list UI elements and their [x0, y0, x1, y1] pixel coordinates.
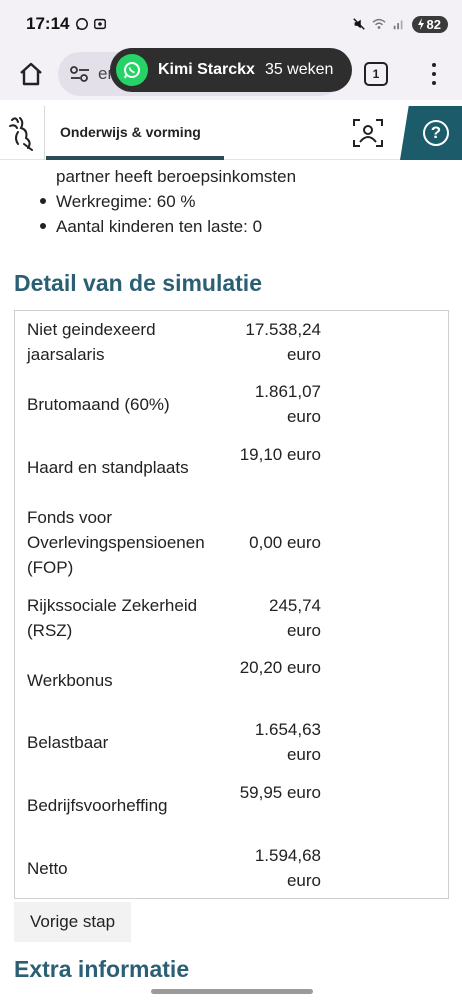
- home-button[interactable]: [16, 59, 46, 89]
- menu-dot: [432, 72, 436, 76]
- site-title[interactable]: Onderwijs & vorming: [60, 124, 201, 140]
- profile-card-icon[interactable]: [352, 118, 384, 148]
- help-button[interactable]: ?: [400, 106, 462, 160]
- whatsapp-notification-icon: [76, 18, 89, 30]
- summary-list: partner heeft beroepsinkomsten Werkregim…: [40, 164, 440, 239]
- whatsapp-toast[interactable]: Kimi Starckx 35 weken: [110, 48, 352, 92]
- home-icon: [20, 62, 42, 86]
- status-time: 17:14: [26, 14, 70, 33]
- toast-detail: 35 weken: [264, 61, 334, 78]
- tab-switcher-button[interactable]: 1: [364, 62, 388, 86]
- bullet-icon: [40, 198, 46, 204]
- flemish-lion-logo[interactable]: [6, 114, 38, 152]
- charging-icon: [417, 18, 424, 30]
- previous-step-button[interactable]: Vorige stap: [14, 902, 131, 942]
- status-bar: 17:14 82: [0, 0, 462, 48]
- whatsapp-icon: [116, 54, 148, 86]
- gesture-bar[interactable]: [151, 989, 313, 994]
- extra-info-title[interactable]: Extra informatie: [14, 956, 189, 983]
- site-header: Onderwijs & vorming ?: [0, 106, 462, 160]
- battery-level: 82: [426, 16, 441, 32]
- site-settings-icon[interactable]: [68, 62, 92, 86]
- screenshot-notification-icon: [94, 18, 107, 30]
- signal-icon: [393, 20, 403, 30]
- toast-contact-name: Kimi Starckx: [158, 61, 255, 78]
- menu-dot: [432, 63, 436, 67]
- mute-icon: [352, 18, 365, 30]
- help-icon: ?: [423, 120, 449, 146]
- active-indicator: [46, 156, 224, 160]
- wifi-icon: [371, 18, 386, 29]
- header-divider: [44, 106, 45, 160]
- bullet-icon: [40, 223, 46, 229]
- list-item: Aantal kinderen ten laste: 0: [40, 214, 440, 239]
- battery-indicator: 82: [411, 15, 448, 33]
- list-item: Werkregime: 60 %: [40, 189, 440, 214]
- menu-dot: [432, 81, 436, 85]
- detail-section-title: Detail van de simulatie: [14, 270, 262, 296]
- simulation-table: Niet geindexeerd jaarsalaris 17.538,24 e…: [14, 310, 449, 899]
- list-item-continuation: partner heeft beroepsinkomsten: [56, 167, 297, 186]
- more-menu-button[interactable]: [424, 60, 444, 88]
